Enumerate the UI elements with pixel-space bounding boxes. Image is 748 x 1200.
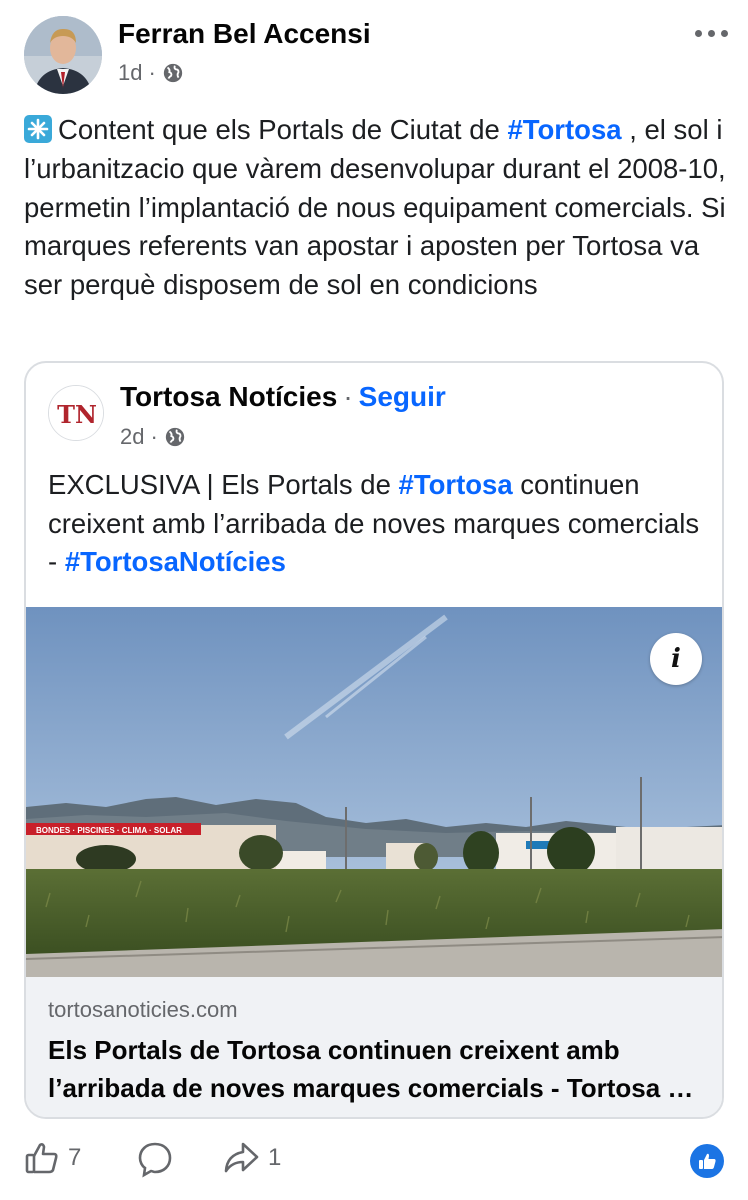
tortosa-noticies-logo[interactable]: TN (48, 385, 104, 441)
shared-post-card[interactable]: TN Tortosa Notícies · Seguir 2d · EXCLUS… (24, 361, 724, 1119)
action-bar: 7 1 (24, 1140, 724, 1188)
comment-icon (138, 1142, 172, 1178)
author-avatar[interactable] (24, 16, 102, 94)
hashtag-tortosa[interactable]: #Tortosa (507, 114, 621, 145)
more-options-icon[interactable] (695, 30, 728, 37)
follow-button[interactable]: Seguir (359, 381, 446, 413)
link-domain: tortosanoticies.com (48, 997, 238, 1022)
shared-meta: 2d · (120, 424, 186, 450)
sparkle-emoji-icon (24, 115, 52, 143)
link-title-line1: Els Portals de Tortosa continuen creixen… (48, 1035, 620, 1065)
hashtag-tortosa-shared[interactable]: #Tortosa (399, 469, 513, 500)
meta-separator: · (148, 60, 156, 85)
shared-page-name[interactable]: Tortosa Notícies (120, 381, 337, 413)
article-photo[interactable]: BONDES · PISCINES · CLIMA · SOLAR i (26, 607, 722, 977)
like-count: 7 (68, 1144, 82, 1171)
link-title-line2: l’arribada de noves marques comercials -… (48, 1073, 708, 1103)
post-header: Ferran Bel Accensi 1d · (24, 16, 728, 96)
like-button[interactable]: 7 (24, 1140, 81, 1176)
author-name[interactable]: Ferran Bel Accensi (118, 18, 371, 50)
shared-meta-separator: · (150, 424, 158, 449)
globe-icon (165, 427, 184, 447)
share-count: 1 (268, 1144, 282, 1171)
comment-button[interactable] (136, 1140, 174, 1178)
post-text-part1: Content que els Portals de Ciutat de (58, 114, 508, 145)
shared-time[interactable]: 2d (120, 424, 144, 450)
building-sign: BONDES · PISCINES · CLIMA · SOLAR (36, 826, 182, 835)
page-separator: · (343, 381, 353, 412)
post-time[interactable]: 1d (118, 60, 142, 86)
post-meta: 1d · (118, 60, 184, 86)
link-preview[interactable]: tortosanoticies.com Els Portals de Torto… (26, 977, 722, 1117)
globe-icon (163, 63, 182, 83)
share-icon (224, 1142, 259, 1173)
link-title[interactable]: Els Portals de Tortosa continuen creixen… (48, 1031, 708, 1107)
hashtag-tortosanoticies[interactable]: #TortosaNotícies (65, 546, 286, 577)
reactions-like-icon[interactable] (690, 1144, 724, 1178)
thumbs-up-icon (25, 1143, 58, 1174)
shared-post-text: EXCLUSIVA | Els Portals de #Tortosa cont… (48, 466, 708, 582)
logo-text: TN (57, 400, 97, 429)
post-text: Content que els Portals de Ciutat de #To… (24, 111, 732, 305)
share-button[interactable]: 1 (222, 1140, 281, 1176)
shared-text-part1: EXCLUSIVA | Els Portals de (48, 469, 399, 500)
shared-page-header: Tortosa Notícies · Seguir (120, 381, 446, 413)
info-button[interactable]: i (650, 633, 702, 685)
